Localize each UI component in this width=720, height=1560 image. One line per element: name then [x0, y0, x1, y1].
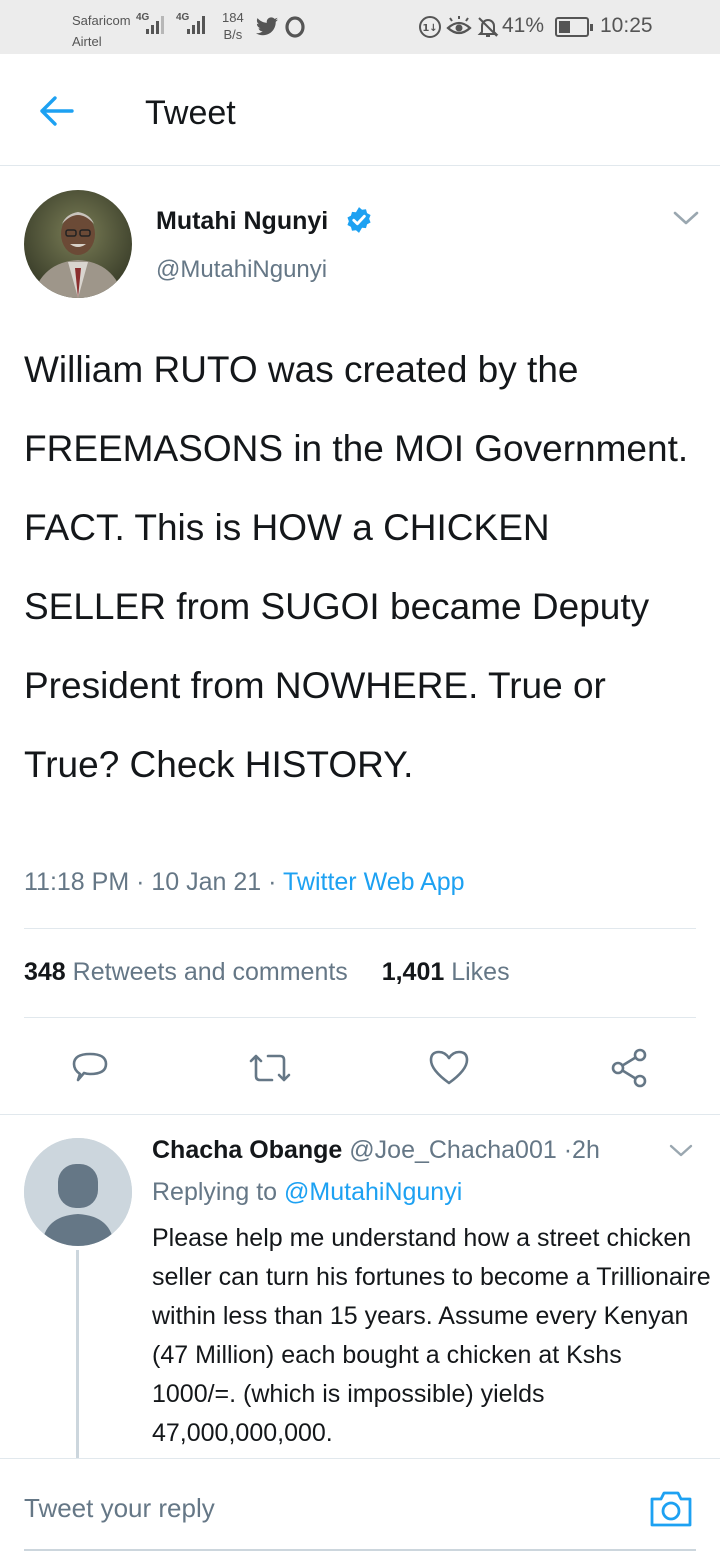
- default-avatar-icon: [24, 1138, 132, 1246]
- network-speed: 184 B/s: [222, 9, 244, 43]
- eye-comfort-icon: [446, 16, 472, 43]
- mute-icon: [476, 15, 500, 44]
- likes-label: Likes: [451, 958, 510, 986]
- reply-header: Chacha Obange @Joe_Chacha001 ·2h: [152, 1136, 600, 1165]
- battery-percent: 41%: [502, 14, 545, 37]
- speed-value: 184: [222, 10, 244, 25]
- reply-input[interactable]: [24, 1493, 624, 1524]
- arrow-left-icon: [40, 96, 74, 126]
- replying-to-link[interactable]: @MutahiNgunyi: [284, 1178, 462, 1206]
- input-underline: [24, 1549, 696, 1551]
- divider: [24, 1017, 696, 1018]
- svg-text:1↓: 1↓: [422, 23, 437, 34]
- tweet-options-button[interactable]: [672, 208, 700, 233]
- reply-author-avatar[interactable]: [24, 1138, 132, 1246]
- signal-bars-1-icon: [146, 16, 164, 34]
- add-photo-button[interactable]: [648, 1489, 694, 1534]
- replying-to-label: Replying to: [152, 1178, 278, 1206]
- meta-separator: ·: [563, 1136, 573, 1164]
- share-button[interactable]: [605, 1044, 653, 1092]
- verified-badge-icon: [345, 206, 373, 239]
- tweet-source-link[interactable]: Twitter Web App: [283, 868, 465, 896]
- chevron-down-icon: [669, 1144, 693, 1157]
- reply-compose-bar: [0, 1458, 720, 1560]
- tweet-stats: 348 Retweets and comments 1,401 Likes: [24, 958, 510, 987]
- twitter-icon: [256, 17, 278, 41]
- share-icon: [611, 1048, 647, 1088]
- chevron-down-icon: [673, 211, 699, 225]
- divider: [24, 928, 696, 929]
- replying-to: Replying to @MutahiNgunyi: [152, 1178, 462, 1207]
- meta-separator: ·: [136, 868, 152, 896]
- back-button[interactable]: [32, 89, 80, 133]
- reply-button[interactable]: [66, 1044, 114, 1092]
- retweets-stat[interactable]: 348 Retweets and comments: [24, 958, 348, 986]
- likes-count: 1,401: [381, 958, 445, 986]
- comment-icon: [72, 1052, 108, 1082]
- reply-age: 2h: [572, 1136, 600, 1164]
- status-bar: Safaricom Airtel 4G 4G 184 B/s 1↓ 41% 10…: [0, 0, 720, 54]
- meta-separator: ·: [268, 868, 283, 896]
- top-app-bar: Tweet: [0, 54, 720, 166]
- battery-icon: [555, 17, 593, 37]
- likes-stat[interactable]: 1,401 Likes: [382, 958, 510, 986]
- section-separator: [0, 1114, 720, 1115]
- like-button[interactable]: [425, 1044, 473, 1092]
- opera-icon: [285, 16, 305, 43]
- tweet-metadata: 11:18 PM · 10 Jan 21 · Twitter Web App: [24, 868, 465, 897]
- carrier-names: Safaricom Airtel: [72, 10, 131, 52]
- data-saver-icon: 1↓: [418, 15, 442, 44]
- tweet-text: William RUTO was created by the FREEMASO…: [24, 349, 689, 785]
- page-title: Tweet: [145, 94, 236, 132]
- reply-author-handle[interactable]: @Joe_Chacha001: [349, 1136, 556, 1164]
- thread-line: [76, 1250, 79, 1460]
- author-avatar[interactable]: [24, 190, 132, 298]
- signal-bars-2-icon: [187, 16, 205, 34]
- tweet-date: 10 Jan 21: [151, 868, 262, 896]
- speed-unit: B/s: [223, 27, 243, 42]
- clock: 10:25: [600, 14, 653, 37]
- camera-icon: [650, 1491, 692, 1527]
- carrier-1: Safaricom: [72, 13, 131, 28]
- heart-icon: [429, 1050, 469, 1085]
- retweets-label: Retweets and comments: [72, 958, 348, 986]
- reply-author-name[interactable]: Chacha Obange: [152, 1136, 342, 1164]
- author-handle[interactable]: @MutahiNgunyi: [156, 256, 327, 284]
- carrier-2: Airtel: [72, 34, 102, 49]
- reply-options-button[interactable]: [668, 1142, 694, 1165]
- battery-level-fill: [559, 21, 570, 33]
- retweet-button[interactable]: [246, 1044, 294, 1092]
- retweet-icon: [249, 1054, 291, 1082]
- author-name[interactable]: Mutahi Ngunyi: [156, 207, 328, 236]
- tweet-time: 11:18 PM: [24, 868, 130, 896]
- reply-text: Please help me understand how a street c…: [152, 1224, 711, 1447]
- retweets-count: 348: [24, 958, 66, 986]
